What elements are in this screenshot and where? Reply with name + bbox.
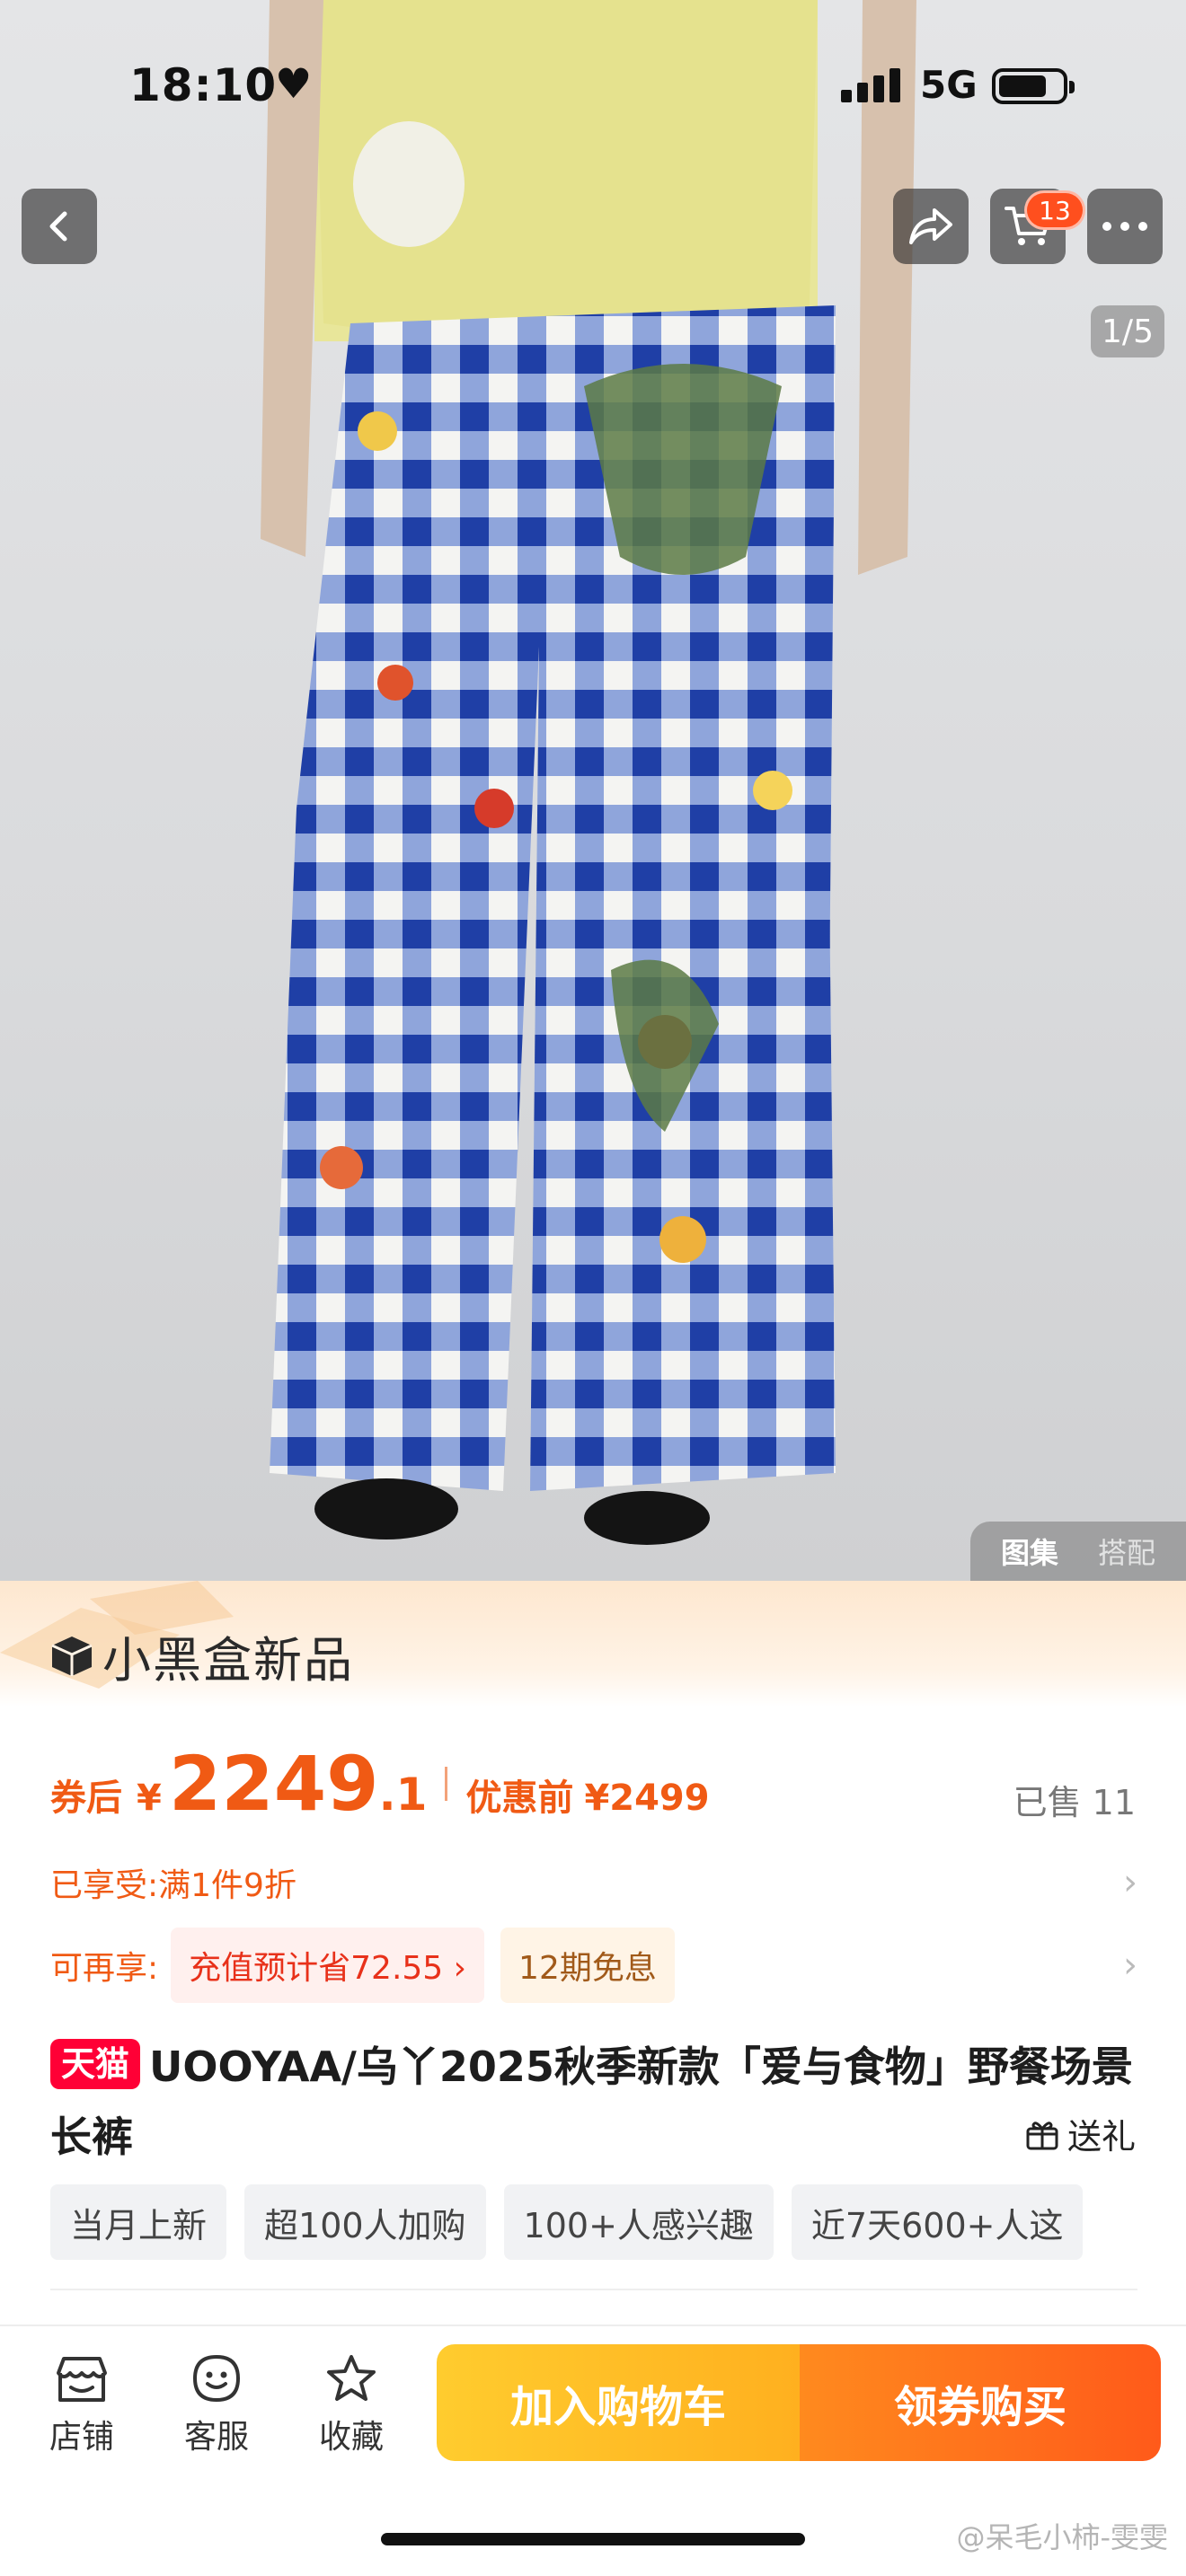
purchase-actions: 加入购物车 领券购买 xyxy=(437,2344,1161,2461)
enjoyed-discount-row[interactable]: 已享受: 满1件9折 › xyxy=(50,1856,1137,1910)
banner-logo-text: 小黑盒新品 xyxy=(102,1632,354,1689)
store-label: 店铺 xyxy=(49,2419,114,2456)
price-decimal: .1 xyxy=(378,1769,428,1821)
chevron-right-icon: › xyxy=(1123,1862,1137,1903)
heart-icon: ♥ xyxy=(275,59,313,108)
product-image-gallery[interactable]: 18:10 ♥ 5G 13 1/5 图集 搭配 xyxy=(0,0,1186,1581)
tab-outfit[interactable]: 搭配 xyxy=(1098,1531,1155,1572)
watermark-text: @呆毛小柿-雯雯 xyxy=(956,2520,1168,2554)
original-price: ¥2499 xyxy=(584,1778,710,1819)
share-button[interactable] xyxy=(893,189,969,264)
battery-icon xyxy=(992,68,1075,104)
home-indicator xyxy=(381,2533,805,2545)
service-icon xyxy=(192,2354,241,2403)
buy-with-coupon-button[interactable]: 领券购买 xyxy=(800,2344,1161,2461)
banner-logo: 小黑盒新品 xyxy=(49,1620,354,1691)
signal-icon xyxy=(841,68,900,102)
status-bar: 18:10 ♥ 5G xyxy=(0,0,1186,171)
cart-count-badge: 13 xyxy=(1024,190,1085,230)
price-integer: 2249 xyxy=(168,1740,379,1828)
tag-item: 超100人加购 xyxy=(244,2184,486,2260)
more-discount-row[interactable]: 可再享: 充值预计省72.55 › 12期免息 › xyxy=(50,1928,1137,2003)
tmall-badge: 天猫 xyxy=(50,2039,141,2089)
product-title-text: UOOYAA/乌丫2025秋季新款「爱与食物」野餐场景长裤 xyxy=(50,2042,1133,2161)
price-currency: ¥ xyxy=(137,1778,162,1819)
more-discount-label: 可再享: xyxy=(50,1950,159,1987)
price-divider xyxy=(445,1767,448,1801)
status-time: 18:10 xyxy=(129,59,278,111)
product-title: 天猫 UOOYAA/乌丫2025秋季新款「爱与食物」野餐场景长裤 xyxy=(50,2032,1137,2172)
star-icon xyxy=(327,2355,376,2401)
product-info: 券后 ¥ 2249 .1 优惠前 ¥2499 已售 11 已享受: 满1件9折 … xyxy=(0,1707,1186,2326)
box-icon xyxy=(51,1636,93,1676)
promo-banner: 小黑盒新品 xyxy=(0,1581,1186,1707)
customer-service-button[interactable]: 客服 xyxy=(167,2353,266,2457)
price-row: 券后 ¥ 2249 .1 优惠前 ¥2499 xyxy=(50,1746,710,1822)
gallery-page-indicator: 1/5 xyxy=(1091,305,1164,357)
more-button[interactable] xyxy=(1087,189,1163,264)
tag-item: 近7天600+人这 xyxy=(791,2184,1084,2260)
add-to-cart-button[interactable]: 加入购物车 xyxy=(437,2344,800,2461)
more-dots-icon xyxy=(1102,222,1147,231)
gift-label: 送礼 xyxy=(1067,2117,1136,2157)
gallery-tabs: 图集 搭配 xyxy=(970,1522,1186,1581)
back-button[interactable] xyxy=(22,189,97,264)
favorite-label: 收藏 xyxy=(318,2419,384,2456)
recharge-saving-chip[interactable]: 充值预计省72.55 › xyxy=(171,1928,485,2003)
enjoyed-text: 满1件9折 xyxy=(158,1867,296,1904)
store-button[interactable]: 店铺 xyxy=(32,2353,131,2457)
store-icon xyxy=(57,2357,107,2402)
sold-count: 已售 11 xyxy=(1013,1783,1136,1822)
product-tags: 当月上新 超100人加购 100+人感兴趣 近7天600+人这 xyxy=(50,2184,1186,2260)
favorite-button[interactable]: 收藏 xyxy=(302,2353,401,2457)
tag-item: 100+人感兴趣 xyxy=(503,2184,774,2260)
original-price-label: 优惠前 xyxy=(465,1778,574,1819)
tag-item: 当月上新 xyxy=(50,2184,227,2260)
tab-gallery[interactable]: 图集 xyxy=(1001,1531,1058,1572)
section-divider xyxy=(50,2289,1137,2290)
gift-icon xyxy=(1026,2121,1058,2149)
chevron-left-icon xyxy=(49,211,67,242)
enjoyed-label: 已享受: xyxy=(50,1867,159,1904)
watermark: @呆毛小柿-雯雯 xyxy=(956,2515,1168,2556)
installment-chip[interactable]: 12期免息 xyxy=(500,1928,675,2003)
service-label: 客服 xyxy=(183,2419,249,2456)
network-type: 5G xyxy=(920,63,978,107)
chevron-right-icon: › xyxy=(1123,1945,1137,1986)
share-icon xyxy=(909,208,952,244)
price-after-coupon-label: 券后 xyxy=(50,1778,122,1819)
gift-button[interactable]: 送礼 xyxy=(1024,2109,1136,2158)
